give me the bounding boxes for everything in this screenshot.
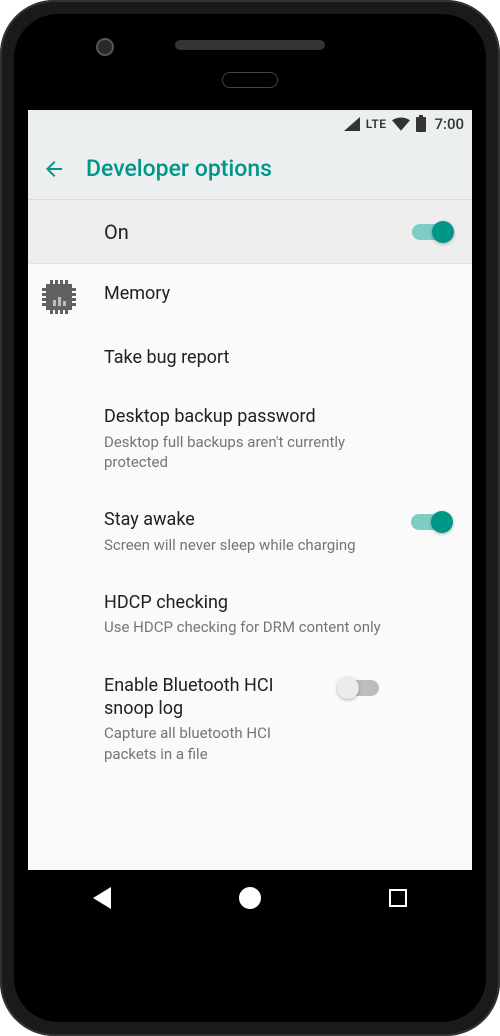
arrow-back-icon (42, 156, 66, 182)
front-camera-icon (96, 38, 114, 56)
row-hdcp-checking[interactable]: HDCP checking Use HDCP checking for DRM … (28, 573, 472, 656)
row-stay-awake[interactable]: Stay awake Screen will never sleep while… (28, 490, 472, 573)
memory-icon (46, 284, 72, 310)
phone-frame: LTE 7:00 Developer options On (0, 0, 500, 1036)
nav-back-button[interactable] (88, 884, 116, 912)
nav-home-button[interactable] (236, 884, 264, 912)
app-bar: Developer options (28, 138, 472, 200)
master-toggle-row[interactable]: On (28, 200, 472, 264)
row-title: HDCP checking (104, 591, 398, 614)
row-memory[interactable]: Memory (28, 264, 472, 328)
wifi-icon (392, 117, 410, 131)
row-title: Enable Bluetooth HCI snoop log (104, 674, 326, 721)
cellular-signal-icon (344, 117, 360, 131)
earpiece-icon (175, 40, 325, 50)
clock-label: 7:00 (434, 115, 464, 133)
bluetooth-hci-switch[interactable] (339, 680, 379, 696)
back-button[interactable] (42, 157, 66, 181)
circle-home-icon (239, 887, 261, 909)
screen: LTE 7:00 Developer options On (28, 110, 472, 926)
stay-awake-switch[interactable] (411, 514, 451, 530)
row-subtitle: Capture all bluetooth HCI packets in a f… (104, 723, 326, 764)
settings-list[interactable]: Memory Take bug report Desktop b (28, 264, 472, 926)
master-switch[interactable] (412, 224, 452, 240)
row-bluetooth-hci-snoop[interactable]: Enable Bluetooth HCI snoop log Capture a… (28, 656, 472, 782)
row-title: Desktop backup password (104, 405, 398, 428)
row-subtitle: Desktop full backups aren't currently pr… (104, 432, 398, 473)
row-subtitle: Screen will never sleep while charging (104, 535, 398, 555)
row-title: Memory (104, 282, 398, 305)
sensor-icon (222, 72, 278, 88)
android-nav-bar (28, 870, 472, 926)
status-bar: LTE 7:00 (28, 110, 472, 138)
master-toggle-label: On (104, 220, 129, 244)
row-title: Stay awake (104, 508, 398, 531)
triangle-back-icon (93, 887, 111, 909)
page-title: Developer options (86, 155, 272, 182)
network-type-label: LTE (366, 117, 387, 131)
row-title: Take bug report (104, 346, 398, 369)
row-desktop-backup-password[interactable]: Desktop backup password Desktop full bac… (28, 387, 472, 490)
battery-icon (416, 117, 426, 132)
phone-bezel: LTE 7:00 Developer options On (14, 14, 486, 1022)
row-take-bug-report[interactable]: Take bug report (28, 328, 472, 387)
square-recents-icon (389, 889, 407, 907)
row-subtitle: Use HDCP checking for DRM content only (104, 617, 398, 637)
nav-recents-button[interactable] (384, 884, 412, 912)
